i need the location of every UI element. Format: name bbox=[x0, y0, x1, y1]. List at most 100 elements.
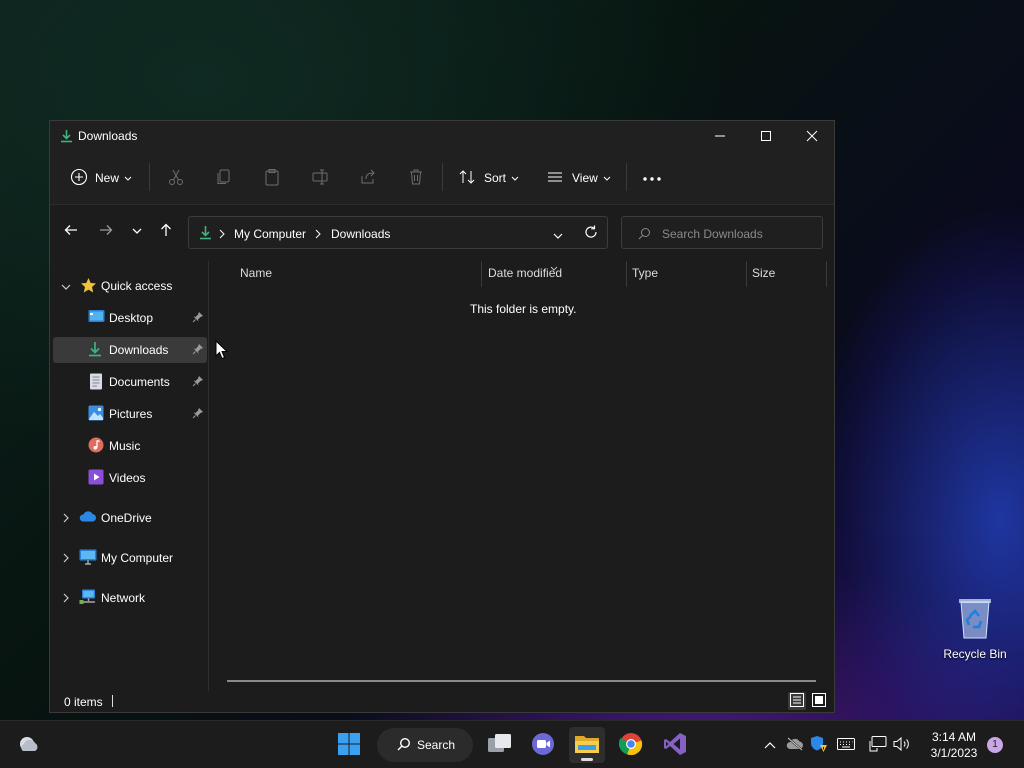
address-bar[interactable]: My Computer Downloads bbox=[188, 216, 608, 249]
security-tray-button[interactable] bbox=[809, 735, 829, 755]
address-row: My Computer Downloads Search Downloads bbox=[50, 206, 834, 256]
pin-icon bbox=[192, 407, 204, 422]
visual-studio-taskbar-button[interactable] bbox=[657, 727, 693, 763]
nav-label-pictures: Pictures bbox=[109, 407, 153, 421]
column-divider[interactable] bbox=[746, 261, 747, 287]
cut-button[interactable] bbox=[167, 163, 185, 193]
weather-icon bbox=[17, 734, 41, 757]
pin-icon bbox=[192, 375, 204, 390]
taskbar-clock[interactable]: 3:14 AM 3/1/2023 bbox=[925, 729, 983, 761]
pane-divider[interactable] bbox=[208, 261, 209, 691]
refresh-icon[interactable] bbox=[584, 225, 598, 242]
back-button[interactable] bbox=[60, 220, 82, 242]
search-icon bbox=[638, 227, 651, 243]
details-view-button[interactable] bbox=[788, 692, 806, 710]
chevron-down-icon bbox=[511, 171, 519, 185]
widgets-button[interactable] bbox=[11, 727, 47, 763]
start-button[interactable] bbox=[331, 727, 367, 763]
breadcrumb-my-computer[interactable]: My Computer bbox=[234, 227, 306, 241]
nav-label-quick-access: Quick access bbox=[101, 279, 173, 293]
nav-item-music[interactable]: Music bbox=[53, 433, 207, 459]
task-view-button[interactable] bbox=[482, 727, 518, 763]
up-button[interactable] bbox=[155, 220, 177, 242]
active-app-indicator bbox=[581, 758, 593, 761]
search-input[interactable]: Search Downloads bbox=[621, 216, 823, 249]
chevron-down-icon[interactable] bbox=[61, 280, 71, 294]
nav-item-onedrive[interactable]: OneDrive bbox=[53, 505, 207, 531]
view-button[interactable]: View bbox=[546, 163, 611, 193]
large-icons-view-button[interactable] bbox=[810, 692, 828, 710]
taskbar-search-button[interactable]: Search bbox=[377, 728, 473, 762]
notification-badge[interactable]: 1 bbox=[987, 737, 1003, 753]
search-icon bbox=[397, 737, 411, 754]
network-tray-button[interactable] bbox=[868, 735, 888, 755]
download-icon bbox=[88, 341, 106, 359]
nav-label-onedrive: OneDrive bbox=[101, 511, 152, 525]
file-explorer-taskbar-button[interactable] bbox=[569, 727, 605, 763]
column-divider[interactable] bbox=[626, 261, 627, 287]
share-button[interactable] bbox=[359, 163, 377, 193]
chevron-down-icon bbox=[132, 224, 142, 238]
nav-item-desktop[interactable]: Desktop bbox=[53, 305, 207, 331]
see-more-button[interactable] bbox=[642, 163, 662, 193]
copy-button[interactable] bbox=[215, 163, 233, 193]
title-bar[interactable]: Downloads bbox=[50, 121, 834, 151]
show-hidden-icons-button[interactable] bbox=[760, 735, 780, 755]
column-header-size[interactable]: Size bbox=[752, 266, 775, 280]
arrow-left-icon bbox=[64, 223, 78, 240]
onedrive-tray-button[interactable] bbox=[785, 735, 805, 755]
recycle-bin-label: Recycle Bin bbox=[943, 647, 1007, 661]
sort-button[interactable]: Sort bbox=[458, 163, 519, 193]
recycle-bin-shortcut[interactable]: Recycle Bin bbox=[940, 596, 1010, 661]
delete-button[interactable] bbox=[407, 163, 425, 193]
chevron-right-icon bbox=[219, 228, 225, 242]
download-icon bbox=[199, 225, 212, 243]
address-history-chevron-icon[interactable] bbox=[553, 229, 563, 243]
nav-item-network[interactable]: Network bbox=[53, 585, 207, 611]
recent-locations-button[interactable] bbox=[126, 220, 148, 242]
chevron-right-icon[interactable] bbox=[63, 512, 70, 526]
task-view-icon bbox=[487, 733, 513, 758]
nav-label-music: Music bbox=[109, 439, 141, 453]
teams-chat-button[interactable] bbox=[525, 727, 561, 763]
paste-button[interactable] bbox=[263, 163, 281, 193]
nav-label-downloads: Downloads bbox=[109, 343, 169, 357]
minimize-button[interactable] bbox=[697, 121, 743, 151]
maximize-button[interactable] bbox=[743, 121, 789, 151]
status-bar: 0 items bbox=[50, 689, 834, 714]
list-view-icon bbox=[546, 168, 564, 189]
nav-item-videos[interactable]: Videos bbox=[53, 465, 207, 491]
rename-button[interactable] bbox=[311, 163, 329, 193]
touch-keyboard-button[interactable] bbox=[836, 735, 856, 755]
chevron-right-icon[interactable] bbox=[63, 552, 70, 566]
nav-label-videos: Videos bbox=[109, 471, 146, 485]
breadcrumb-downloads[interactable]: Downloads bbox=[331, 227, 390, 241]
nav-item-my-computer[interactable]: My Computer bbox=[53, 545, 207, 571]
nav-item-downloads[interactable]: Downloads bbox=[53, 337, 207, 363]
chrome-taskbar-button[interactable] bbox=[613, 727, 649, 763]
column-divider[interactable] bbox=[481, 261, 482, 287]
chevron-down-icon bbox=[124, 171, 132, 185]
pin-icon bbox=[192, 343, 204, 358]
desktop-icon bbox=[88, 309, 106, 327]
status-divider bbox=[112, 695, 113, 707]
column-divider[interactable] bbox=[826, 261, 827, 287]
clock-date: 3/1/2023 bbox=[930, 746, 978, 760]
chevron-right-icon[interactable] bbox=[63, 592, 70, 606]
forward-button[interactable] bbox=[95, 220, 117, 242]
nav-item-quick-access[interactable]: Quick access bbox=[53, 273, 207, 299]
mouse-cursor-icon bbox=[215, 339, 229, 363]
scissors-icon bbox=[167, 168, 185, 189]
new-button[interactable]: New bbox=[70, 163, 132, 193]
column-header-type[interactable]: Type bbox=[632, 266, 658, 280]
ethernet-icon bbox=[869, 735, 887, 755]
windows-logo-icon bbox=[337, 732, 361, 759]
sort-arrows-icon bbox=[458, 168, 476, 189]
nav-item-pictures[interactable]: Pictures bbox=[53, 401, 207, 427]
volume-tray-button[interactable] bbox=[892, 735, 912, 755]
horizontal-scrollbar[interactable] bbox=[227, 680, 816, 682]
column-header-name[interactable]: Name bbox=[240, 266, 272, 280]
close-button[interactable] bbox=[789, 121, 835, 151]
item-count: 0 items bbox=[64, 695, 103, 709]
nav-item-documents[interactable]: Documents bbox=[53, 369, 207, 395]
